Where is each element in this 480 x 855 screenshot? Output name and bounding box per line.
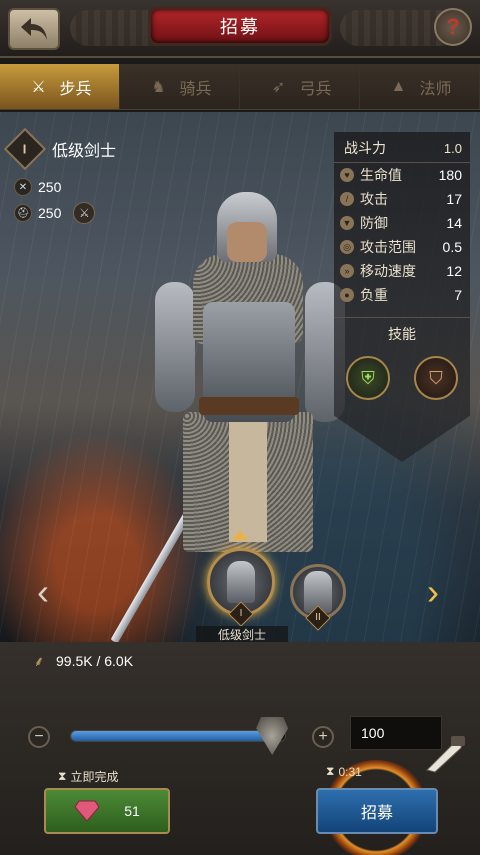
recruit-timer: ⧗ 0:31 — [326, 764, 362, 779]
unit-name: 低级剑士 — [52, 143, 117, 160]
food-amount: 99.5K / 6.0K — [56, 653, 134, 669]
page-title: 招募 — [148, 6, 332, 46]
tab-mage[interactable]: ▲ 法师 — [360, 64, 480, 109]
counter-type-icon[interactable]: ⚔ — [73, 202, 96, 224]
tab-label: 法师 — [419, 80, 452, 98]
tab-archer[interactable]: ➶ 弓兵 — [240, 64, 360, 109]
quill-svg — [426, 736, 465, 773]
hourglass-icon: ⧗ — [326, 764, 335, 778]
unit-portrait-selected[interactable]: I — [207, 548, 275, 627]
top-bar: 招募 ? — [0, 0, 480, 58]
knight-tabard — [229, 412, 267, 542]
selected-unit-label: 低级剑士 — [196, 626, 288, 642]
wolf-head-slider-handle-icon[interactable] — [256, 717, 289, 755]
stat-value: 0.5 — [442, 239, 462, 255]
attack-stat-value: 250 — [38, 179, 62, 195]
tier-badge: I — [3, 127, 47, 171]
sword-icon: / — [340, 192, 354, 206]
help-button[interactable]: ? — [434, 8, 472, 46]
unit-name-row: I 低级剑士 — [3, 127, 117, 171]
quill-icon[interactable] — [422, 734, 468, 774]
stat-value: 7 — [454, 287, 462, 303]
crossed-swords-icon: ✕ — [14, 178, 32, 196]
back-arrow-icon — [21, 18, 47, 40]
stat-panel: 战斗力 1.0 ♥ 生命值 180 / 攻击 17 ▼ 防御 14 ◎ 攻击范围… — [334, 132, 470, 462]
stat-label: 攻击 — [360, 191, 388, 207]
food-resource: ⸙ 99.5K / 6.0K — [30, 652, 133, 670]
unit-portrait-next[interactable]: II — [290, 564, 346, 631]
defense-stat: ⛑ 250 ⚔ — [14, 202, 96, 224]
unit-type-tabs: ⚔ 步兵 ♞ 骑兵 ➶ 弓兵 ▲ 法师 — [0, 64, 480, 110]
attack-stat: ✕ 250 — [14, 178, 61, 196]
stat-value: 180 — [438, 167, 462, 183]
stat-value: 14 — [446, 215, 462, 231]
previous-unit-arrow[interactable]: ‹ — [30, 571, 56, 612]
recruit-controls: ⸙ 99.5K / 6.0K − + ⧗ 立即完成 51 ⧗ 0:31 招募 — [0, 642, 480, 855]
stat-row-defense: ▼ 防御 14 — [334, 211, 470, 235]
skills-row: ⛨ ⛉ — [334, 356, 470, 400]
skills-title: 技能 — [334, 317, 470, 344]
selection-indicator-icon — [232, 530, 248, 540]
infantry-icon: ⚔ — [31, 78, 46, 96]
recruit-button[interactable]: 招募 — [316, 788, 438, 834]
gem-icon — [74, 800, 100, 822]
stat-label: 防御 — [360, 215, 388, 231]
bow-icon: ➶ — [271, 78, 286, 96]
stat-label: 负重 — [360, 287, 388, 303]
stat-row-speed: » 移动速度 12 — [334, 259, 470, 283]
knight-illustration — [110, 192, 345, 642]
stat-row-hp: ♥ 生命值 180 — [334, 163, 470, 187]
wing-icon: » — [340, 264, 354, 278]
helmet-icon: ⛑ — [14, 204, 32, 222]
defense-stat-value: 250 — [38, 205, 62, 221]
knight-arm-left — [155, 282, 195, 412]
tab-label: 弓兵 — [299, 80, 332, 98]
tab-label: 步兵 — [59, 80, 92, 98]
stat-label: 移动速度 — [360, 263, 416, 279]
instant-cost: 51 — [124, 803, 140, 819]
swordsman-portrait-icon — [227, 561, 255, 603]
power-row: 战斗力 1.0 — [334, 132, 470, 163]
stat-label: 攻击范围 — [360, 239, 416, 255]
quantity-slider[interactable] — [70, 717, 289, 755]
horse-icon: ♞ — [151, 78, 166, 96]
instant-complete-button[interactable]: 51 — [44, 788, 170, 834]
instant-complete-label: ⧗ 立即完成 — [58, 768, 118, 785]
stat-value: 17 — [446, 191, 462, 207]
stat-label: 生命值 — [360, 167, 402, 183]
recruit-timer-text: 0:31 — [338, 764, 362, 779]
power-value: 1.0 — [443, 140, 462, 156]
tier-numeral: I — [23, 141, 27, 157]
next-unit-arrow[interactable]: › — [420, 571, 446, 612]
bag-icon: ● — [340, 288, 354, 302]
tab-infantry[interactable]: ⚔ 步兵 — [0, 64, 120, 109]
knight-face — [227, 222, 267, 262]
stat-row-load: ● 负重 7 — [334, 283, 470, 307]
back-button[interactable] — [8, 8, 60, 50]
question-icon: ? — [446, 14, 460, 39]
power-label: 战斗力 — [344, 140, 386, 156]
wizard-hat-icon: ▲ — [390, 77, 407, 95]
shield-icon: ▼ — [340, 216, 354, 230]
hourglass-icon: ⧗ — [58, 769, 67, 783]
stat-value: 12 — [446, 263, 462, 279]
portrait-tier: I — [239, 608, 243, 619]
unit-scene: I 低级剑士 ✕ 250 ⛑ 250 ⚔ 战斗力 1.0 ♥ 生命值 180 /… — [0, 112, 480, 642]
increase-button[interactable]: + — [312, 726, 334, 748]
knight-belt — [199, 397, 299, 415]
heart-icon: ♥ — [340, 168, 354, 182]
stat-row-attack: / 攻击 17 — [334, 187, 470, 211]
armor-skill-icon[interactable]: ⛉ — [414, 356, 458, 400]
tab-label: 骑兵 — [179, 80, 212, 98]
shield-skill-icon[interactable]: ⛨ — [346, 356, 390, 400]
portrait-tier: II — [315, 612, 321, 623]
decrease-button[interactable]: − — [28, 726, 50, 748]
wheat-icon: ⸙ — [33, 652, 45, 669]
instant-label-text: 立即完成 — [70, 770, 119, 784]
slider-fill — [71, 731, 273, 741]
stat-row-range: ◎ 攻击范围 0.5 — [334, 235, 470, 259]
tab-cavalry[interactable]: ♞ 骑兵 — [120, 64, 240, 109]
target-icon: ◎ — [340, 240, 354, 254]
